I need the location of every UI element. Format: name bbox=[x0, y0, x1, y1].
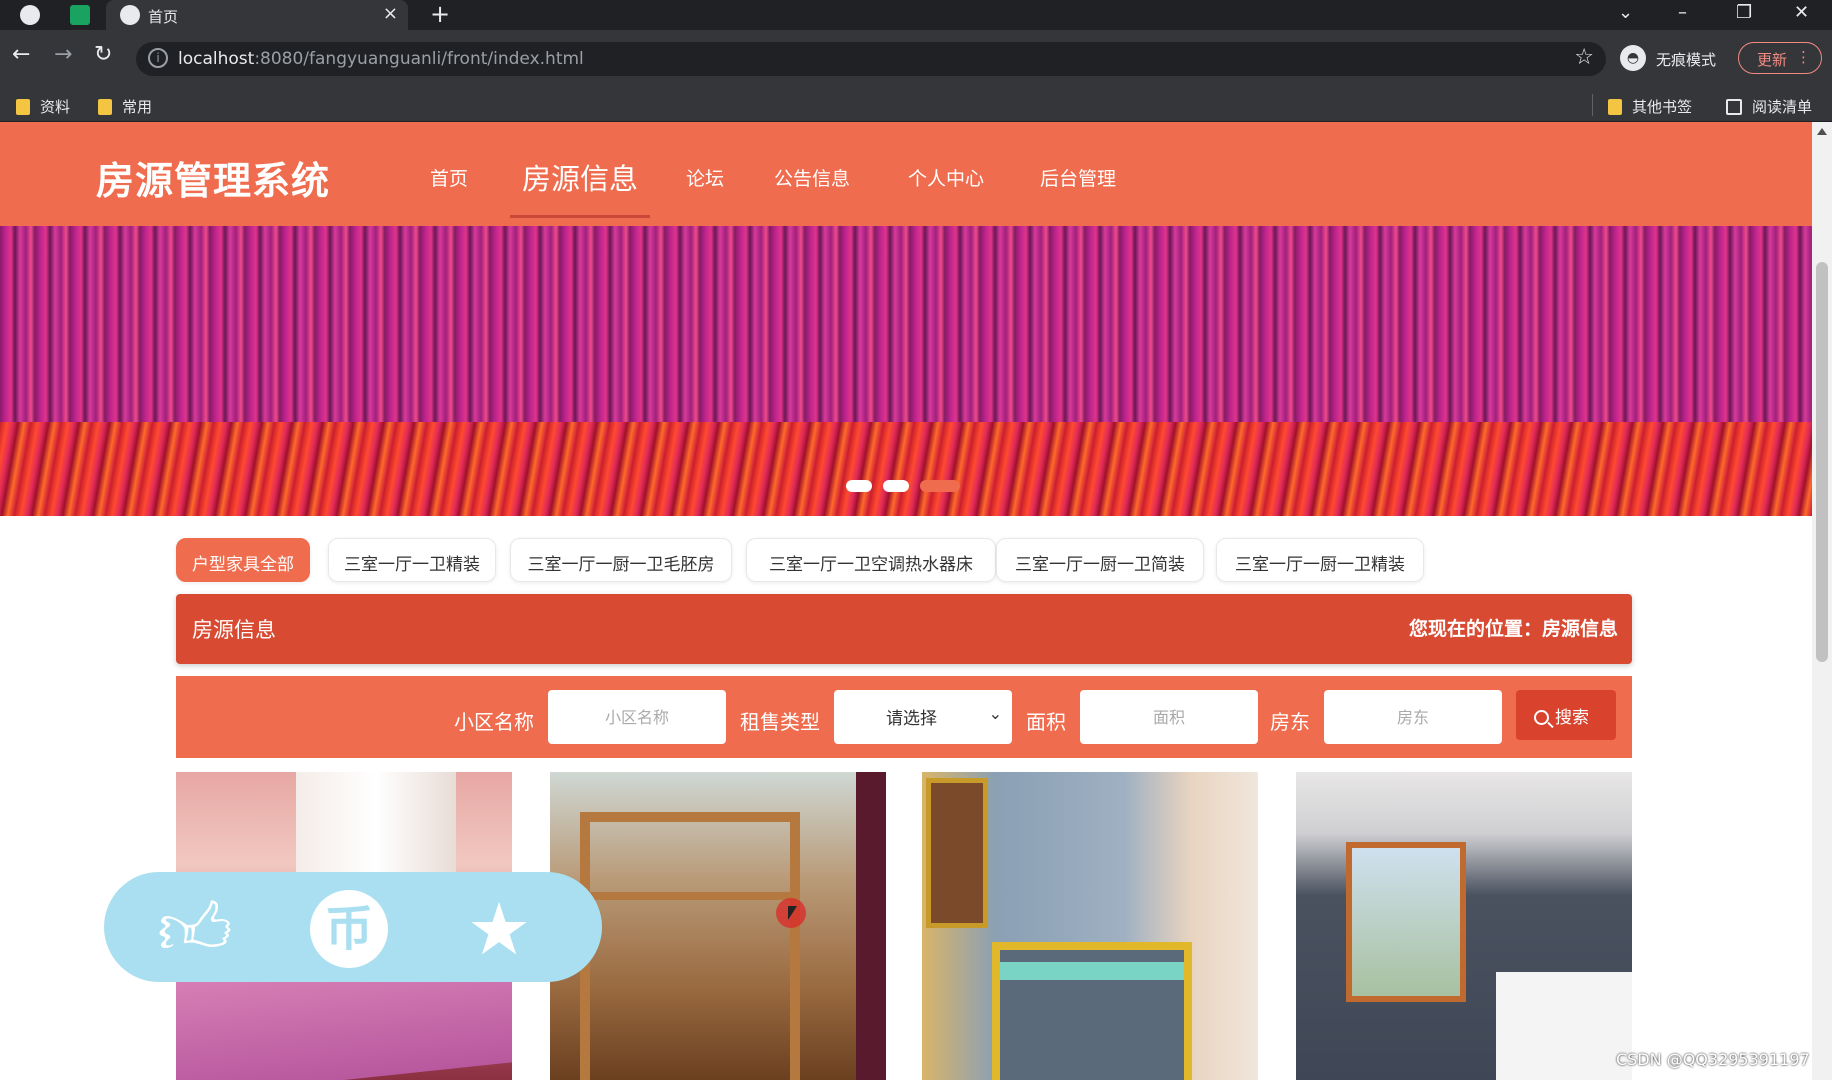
filter-chip[interactable]: 三室一厅一卫精装 bbox=[328, 538, 496, 582]
nav-active-underline bbox=[510, 215, 650, 218]
url-bar[interactable]: i localhost:8080/fangyuanguanli/front/in… bbox=[136, 42, 1606, 76]
update-button[interactable]: 更新 ⋮ bbox=[1738, 42, 1822, 74]
page-scrollbar[interactable] bbox=[1812, 122, 1832, 1080]
watermark: CSDN @QQ3295391197 bbox=[1616, 1050, 1810, 1069]
carousel-dot-2[interactable] bbox=[883, 480, 910, 492]
listing-card-4[interactable] bbox=[1296, 772, 1632, 1080]
nav-listings[interactable]: 房源信息 bbox=[510, 152, 650, 226]
site-info-icon[interactable]: i bbox=[148, 48, 168, 68]
listing-card-3[interactable] bbox=[922, 772, 1258, 1080]
listing-photo-painting bbox=[926, 778, 988, 928]
filter-chip[interactable]: 三室一厅一厨一卫精装 bbox=[1216, 538, 1424, 582]
nav-announcements[interactable]: 公告信息 bbox=[774, 164, 850, 191]
carousel-image-floor bbox=[0, 422, 1812, 516]
carousel-indicators bbox=[846, 480, 966, 494]
reading-list-label: 阅读清单 bbox=[1752, 98, 1813, 116]
restore-icon[interactable]: ❐ bbox=[1736, 2, 1752, 23]
address-toolbar: ← → ↻ i localhost:8080/fangyuanguanli/fr… bbox=[0, 30, 1832, 88]
new-tab-icon[interactable]: + bbox=[430, 0, 450, 28]
star-icon[interactable]: ★ bbox=[460, 890, 538, 968]
bookmarks-bar: 资料 常用 其他书签 阅读清单 bbox=[0, 88, 1832, 122]
search-button-label: 搜索 bbox=[1555, 708, 1589, 728]
filter-chip[interactable]: 三室一厅一厨一卫毛胚房 bbox=[510, 538, 732, 582]
hero-carousel[interactable] bbox=[0, 226, 1812, 516]
forward-icon[interactable]: → bbox=[54, 44, 72, 66]
listing-photo-window bbox=[1346, 842, 1466, 1002]
nav-listings-label: 房源信息 bbox=[521, 162, 638, 196]
rent-type-select[interactable]: 请选择 ⌄ bbox=[834, 690, 1012, 744]
nav-home[interactable]: 首页 bbox=[430, 164, 468, 191]
url-host: localhost bbox=[178, 49, 255, 69]
nav-admin[interactable]: 后台管理 bbox=[1040, 164, 1116, 191]
close-tab-icon[interactable]: × bbox=[383, 3, 398, 24]
thumbs-up-icon[interactable]: 👍︎ bbox=[156, 890, 234, 968]
globe-icon bbox=[120, 5, 140, 25]
search-button[interactable]: 搜索 bbox=[1516, 690, 1616, 740]
community-input[interactable] bbox=[548, 690, 726, 744]
rent-type-label: 租售类型 bbox=[740, 710, 820, 734]
video-action-overlay: 👍︎ 币 ★ bbox=[104, 872, 602, 982]
chevron-down-icon: ⌄ bbox=[988, 704, 1002, 723]
menu-dots-icon[interactable]: ⋮ bbox=[1796, 48, 1811, 66]
tab-title: 首页 bbox=[148, 8, 179, 26]
incognito-icon: ◓ bbox=[1620, 45, 1646, 71]
url-path: :8080/fangyuanguanli/front/index.html bbox=[254, 49, 584, 69]
listing-photo-mattress bbox=[1000, 962, 1184, 980]
scroll-up-icon[interactable] bbox=[1817, 128, 1827, 135]
landlord-input[interactable] bbox=[1324, 690, 1502, 744]
carousel-dot-1[interactable] bbox=[846, 480, 872, 492]
chrome-icon[interactable] bbox=[20, 5, 40, 25]
coin-icon[interactable]: 币 bbox=[310, 890, 388, 968]
other-bookmarks-label: 其他书签 bbox=[1632, 98, 1693, 116]
breadcrumb: 您现在的位置：房源信息 bbox=[1408, 618, 1618, 640]
listing-photo-curtain bbox=[856, 772, 886, 1080]
bookmark-folder-1[interactable]: 资料 bbox=[16, 96, 70, 117]
reading-list[interactable]: 阅读清单 bbox=[1726, 96, 1812, 117]
tab-search-icon[interactable]: ⌄ bbox=[1618, 2, 1633, 23]
bookmark-folder-2[interactable]: 常用 bbox=[98, 96, 152, 117]
mouse-cursor-highlight bbox=[776, 898, 806, 928]
rent-type-value: 请选择 bbox=[886, 709, 937, 729]
window-close-icon[interactable]: ✕ bbox=[1794, 2, 1809, 23]
listing-photo-rail bbox=[590, 892, 790, 900]
url-text[interactable]: localhost:8080/fangyuanguanli/front/inde… bbox=[178, 49, 584, 69]
site-header: 房源管理系统 首页 房源信息 论坛 公告信息 个人中心 后台管理 bbox=[0, 122, 1812, 226]
filter-all[interactable]: 户型家具全部 bbox=[176, 538, 310, 582]
bookmark-star-icon[interactable]: ☆ bbox=[1574, 45, 1594, 70]
landlord-label: 房东 bbox=[1270, 710, 1310, 734]
community-label: 小区名称 bbox=[454, 710, 534, 734]
update-label: 更新 bbox=[1757, 51, 1788, 69]
listing-photo-bunk-bed bbox=[580, 812, 800, 1080]
filter-chip[interactable]: 三室一厅一厨一卫简装 bbox=[996, 538, 1204, 582]
area-label: 面积 bbox=[1026, 710, 1066, 734]
scroll-thumb[interactable] bbox=[1816, 262, 1828, 662]
minimize-icon[interactable]: – bbox=[1678, 2, 1687, 23]
search-icon bbox=[1534, 710, 1549, 725]
listing-photo-bed bbox=[1496, 972, 1632, 1080]
folder-icon bbox=[1608, 99, 1622, 115]
site-logo[interactable]: 房源管理系统 bbox=[96, 150, 330, 205]
filter-chip[interactable]: 三室一厅一卫空调热水器床 bbox=[746, 538, 996, 582]
browser-tab-bar: 首页 × + ⌄ – ❐ ✕ bbox=[0, 0, 1832, 30]
folder-icon bbox=[16, 99, 30, 115]
section-title: 房源信息 bbox=[192, 618, 276, 642]
search-form: 小区名称 租售类型 请选择 ⌄ 面积 房东 搜索 bbox=[176, 676, 1632, 758]
incognito-label: 无痕模式 bbox=[1656, 51, 1717, 69]
sheets-tab-icon[interactable] bbox=[70, 5, 90, 25]
reload-icon[interactable]: ↻ bbox=[94, 44, 112, 66]
folder-icon bbox=[98, 99, 112, 115]
cursor-arrow-icon bbox=[788, 906, 797, 920]
area-input[interactable] bbox=[1080, 690, 1258, 744]
other-bookmarks[interactable]: 其他书签 bbox=[1608, 96, 1692, 117]
reading-list-icon bbox=[1726, 99, 1742, 115]
browser-tab-active[interactable]: 首页 × bbox=[106, 0, 408, 30]
nav-personal-center[interactable]: 个人中心 bbox=[908, 164, 984, 191]
section-header: 房源信息 您现在的位置：房源信息 bbox=[176, 594, 1632, 664]
nav-forum[interactable]: 论坛 bbox=[686, 164, 724, 191]
bookmarks-divider bbox=[1592, 94, 1593, 116]
carousel-dot-3-active[interactable] bbox=[920, 480, 961, 492]
back-icon[interactable]: ← bbox=[12, 44, 30, 66]
bookmark-label: 常用 bbox=[122, 98, 153, 116]
bookmark-label: 资料 bbox=[40, 98, 71, 116]
